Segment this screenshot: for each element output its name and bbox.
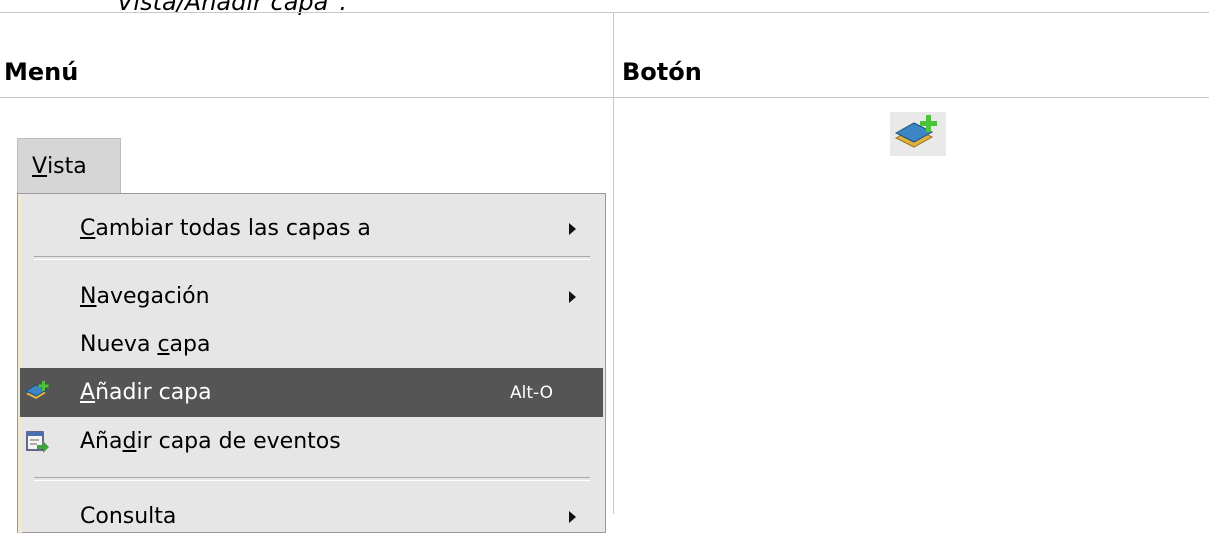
add-event-layer-icon [26,431,49,453]
menu-item-label: Cambiar todas las capas a [80,216,371,241]
table-column-divider [613,12,614,514]
menu-item-anadir-capa[interactable]: Añadir capa Alt-O [20,368,603,417]
add-layer-icon[interactable] [890,112,946,156]
menu-item-cambiar-capas[interactable]: Cambiar todas las capas a [20,204,603,253]
menu-vista-label: ista [47,154,87,179]
menu-vista[interactable]: Vista [17,138,121,194]
submenu-arrow-icon [569,510,576,523]
menu-item-navegacion[interactable]: Navegación [20,272,603,321]
menu-item-nueva-capa[interactable]: Nueva capa [20,320,603,369]
submenu-arrow-icon [569,290,576,303]
header-button: Botón [622,58,702,86]
add-layer-icon [24,381,49,399]
menu-separator [34,256,590,260]
menu-item-label: Añadir capa de eventos [80,429,341,454]
menu-separator [34,477,590,481]
caption-text: Vista/Añadir capa". [117,0,348,16]
table-header-divider [0,97,1209,98]
table-top-border [0,12,1209,13]
menu-item-consulta[interactable]: Consulta [20,492,603,541]
submenu-arrow-icon [569,222,576,235]
header-menu: Menú [4,58,79,86]
menu-item-anadir-capa-eventos[interactable]: Añadir capa de eventos [20,417,603,466]
vista-dropdown: Cambiar todas las capas a Navegación Nue… [17,193,606,534]
menu-item-label: Consulta [80,504,177,529]
menu-item-label: Nueva capa [80,332,211,357]
menu-vista-mnemonic: V [32,154,48,179]
menu-item-label: Añadir capa [80,380,212,405]
menu-item-label: Navegación [80,284,210,309]
shortcut-label: Alt-O [510,382,554,403]
